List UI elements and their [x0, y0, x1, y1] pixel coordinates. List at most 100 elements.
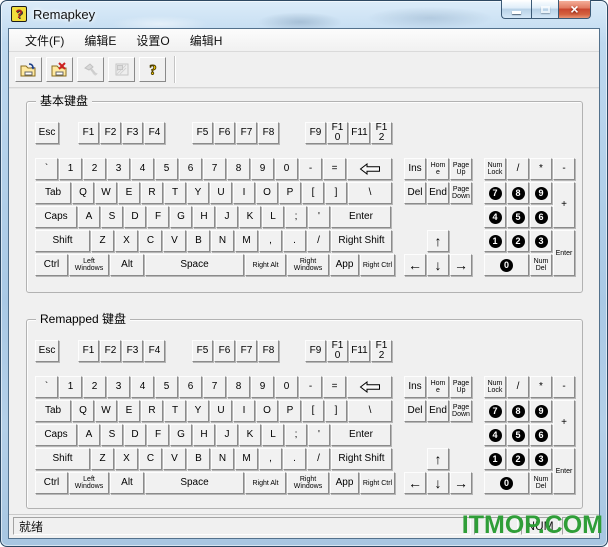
key-f12[interactable]: F12: [371, 340, 392, 362]
key-right-windows[interactable]: Right Windows: [287, 472, 329, 494]
key-ins[interactable]: Ins: [404, 376, 426, 398]
key-l[interactable]: L: [262, 424, 284, 446]
key-right-shift[interactable]: Right Shift: [331, 448, 392, 470]
key-f1[interactable]: F1: [78, 122, 99, 144]
key-esc[interactable]: Esc: [35, 340, 59, 362]
key-t[interactable]: T: [164, 182, 186, 204]
key-c[interactable]: C: [139, 448, 162, 470]
key-y[interactable]: Y: [187, 182, 209, 204]
key-shift[interactable]: Shift: [35, 230, 90, 252]
key-5[interactable]: 5: [155, 376, 178, 398]
key-f9[interactable]: F9: [305, 340, 326, 362]
key-b[interactable]: B: [187, 230, 210, 252]
key-app[interactable]: App: [330, 472, 359, 494]
key-quote[interactable]: ': [308, 424, 330, 446]
key-end[interactable]: End: [427, 400, 449, 422]
key-numpad-slash[interactable]: /: [507, 158, 529, 180]
key-alt[interactable]: Alt: [110, 472, 144, 494]
key-numpad-0[interactable]: 0: [484, 254, 529, 276]
key-f8[interactable]: F8: [258, 340, 279, 362]
key-right-alt[interactable]: Right Alt: [245, 254, 286, 276]
key-home[interactable]: Home: [427, 376, 449, 398]
key-o[interactable]: O: [256, 400, 278, 422]
key-f7[interactable]: F7: [236, 340, 257, 362]
key-k[interactable]: K: [239, 424, 261, 446]
key-equals[interactable]: =: [323, 376, 346, 398]
key-right-windows[interactable]: Right Windows: [287, 254, 329, 276]
key-ctrl[interactable]: Ctrl: [35, 254, 68, 276]
key-caps[interactable]: Caps: [35, 206, 77, 228]
key-slash[interactable]: /: [307, 230, 330, 252]
key-i[interactable]: I: [233, 182, 255, 204]
key-numpad-plus[interactable]: +: [553, 182, 575, 228]
key-numpad-6[interactable]: 6: [530, 424, 552, 446]
key-1[interactable]: 1: [59, 376, 82, 398]
key-e[interactable]: E: [118, 400, 140, 422]
key-6[interactable]: 6: [179, 376, 202, 398]
key-h[interactable]: H: [193, 424, 215, 446]
key-numpad-5[interactable]: 5: [507, 424, 529, 446]
key-g[interactable]: G: [170, 206, 192, 228]
key-8[interactable]: 8: [227, 158, 250, 180]
key-arrow-down[interactable]: ↓: [427, 254, 449, 276]
key-enter[interactable]: Enter: [331, 206, 391, 228]
key-quote[interactable]: ': [308, 206, 330, 228]
key-f6[interactable]: F6: [214, 122, 235, 144]
key-page-down[interactable]: Page Down: [450, 182, 472, 204]
key-arrow-down[interactable]: ↓: [427, 472, 449, 494]
key-comma[interactable]: ,: [259, 230, 282, 252]
key-numpad-minus[interactable]: -: [553, 158, 575, 180]
key-tab[interactable]: Tab: [35, 182, 71, 204]
key-numpad-asterisk[interactable]: *: [530, 158, 552, 180]
key-arrow-left[interactable]: ←: [404, 472, 426, 494]
key-l[interactable]: L: [262, 206, 284, 228]
key-esc[interactable]: Esc: [35, 122, 59, 144]
key-f5[interactable]: F5: [192, 122, 213, 144]
key-r[interactable]: R: [141, 400, 163, 422]
key-f6[interactable]: F6: [214, 340, 235, 362]
key-numpad-9[interactable]: 9: [530, 182, 552, 204]
key-u[interactable]: U: [210, 400, 232, 422]
key-x[interactable]: X: [115, 448, 138, 470]
key-7[interactable]: 7: [203, 158, 226, 180]
key-9[interactable]: 9: [251, 158, 274, 180]
key-7[interactable]: 7: [203, 376, 226, 398]
key-m[interactable]: M: [235, 230, 258, 252]
key-numpad-2[interactable]: 2: [507, 230, 529, 252]
key-numpad-1[interactable]: 1: [484, 448, 506, 470]
key-left-windows[interactable]: Left Windows: [69, 254, 109, 276]
key-d[interactable]: D: [124, 424, 146, 446]
key-space[interactable]: Space: [145, 254, 244, 276]
key-4[interactable]: 4: [131, 158, 154, 180]
help-button[interactable]: ?: [139, 57, 166, 82]
key-w[interactable]: W: [95, 182, 117, 204]
key-a[interactable]: A: [78, 206, 100, 228]
key-y[interactable]: Y: [187, 400, 209, 422]
key-numpad-9[interactable]: 9: [530, 400, 552, 422]
key-f3[interactable]: F3: [122, 122, 143, 144]
key-shift[interactable]: Shift: [35, 448, 90, 470]
close-button[interactable]: ×: [558, 0, 591, 19]
key-numpad-3[interactable]: 3: [530, 230, 552, 252]
key-3[interactable]: 3: [107, 376, 130, 398]
key-f2[interactable]: F2: [100, 340, 121, 362]
key-numpad-2[interactable]: 2: [507, 448, 529, 470]
key-n[interactable]: N: [211, 448, 234, 470]
key-numpad-1[interactable]: 1: [484, 230, 506, 252]
key-backtick[interactable]: `: [35, 158, 58, 180]
key-s[interactable]: S: [101, 424, 123, 446]
menu-item-settings[interactable]: 设置O: [126, 29, 179, 52]
key-f8[interactable]: F8: [258, 122, 279, 144]
key-6[interactable]: 6: [179, 158, 202, 180]
key-e[interactable]: E: [118, 182, 140, 204]
key-semicolon[interactable]: ;: [285, 424, 307, 446]
key-f7[interactable]: F7: [236, 122, 257, 144]
key-f11[interactable]: F11: [349, 340, 370, 362]
key-equals[interactable]: =: [323, 158, 346, 180]
key-i[interactable]: I: [233, 400, 255, 422]
key-left-windows[interactable]: Left Windows: [69, 472, 109, 494]
key-f[interactable]: F: [147, 206, 169, 228]
key-numpad-7[interactable]: 7: [484, 400, 506, 422]
key-period[interactable]: .: [283, 230, 306, 252]
key-3[interactable]: 3: [107, 158, 130, 180]
